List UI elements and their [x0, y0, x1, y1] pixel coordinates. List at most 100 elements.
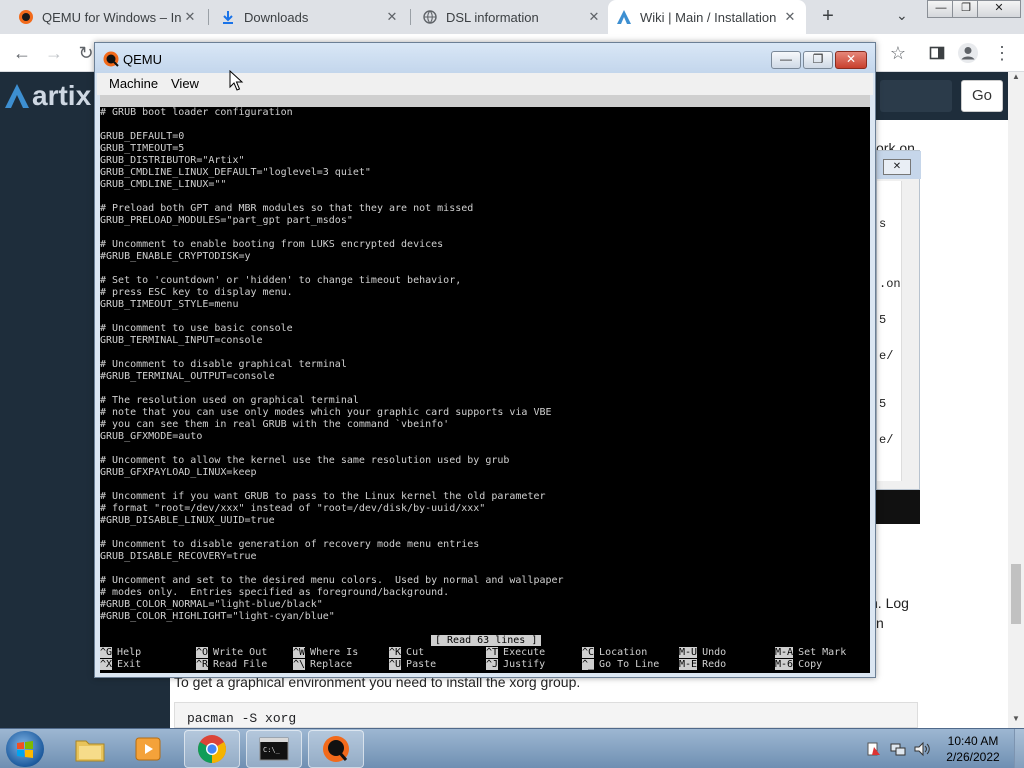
shortcut-label: Set Mark — [798, 647, 847, 658]
nano-line: # you can see them in real GRUB with the… — [100, 419, 450, 430]
nano-line: # note that you can use only modes which… — [100, 407, 552, 418]
shortcut-key: M-U — [679, 647, 698, 658]
background-window-body: s .on 5 e/ 5 e/ — [877, 181, 901, 481]
window-text-fragment: .on — [879, 277, 901, 291]
close-icon[interactable]: ✕ — [782, 9, 798, 25]
side-panel-icon[interactable] — [925, 41, 949, 65]
nano-shortcut[interactable]: ^U Paste — [389, 659, 436, 671]
nano-shortcut[interactable]: ^_ Go To Line — [582, 659, 659, 671]
taskbar-command-prompt[interactable]: C:\_ — [246, 730, 302, 768]
shortcut-label: Location — [599, 647, 648, 658]
shortcut-key: ^X — [100, 659, 113, 670]
browser-tab-strip: QEMU for Windows – Ins ✕ Downloads ✕ DSL… — [0, 0, 1024, 34]
taskbar-media-player[interactable] — [120, 730, 176, 768]
clock-date: 2/26/2022 — [946, 750, 1000, 764]
minimize-button[interactable]: — — [771, 51, 801, 69]
site-logo[interactable]: artix — [4, 80, 91, 112]
shortcut-label: Where Is — [310, 647, 359, 658]
tab-separator — [208, 9, 209, 25]
profile-icon[interactable] — [956, 41, 980, 65]
site-search-input[interactable] — [880, 80, 952, 112]
nano-shortcut[interactable]: ^J Justify — [486, 659, 545, 671]
new-tab-button[interactable]: + — [816, 5, 840, 29]
nano-shortcut[interactable]: ^O Write Out — [196, 647, 267, 659]
nano-shortcut[interactable]: ^G Help — [100, 647, 141, 659]
tab-downloads[interactable]: Downloads ✕ — [212, 0, 408, 34]
nano-shortcut[interactable]: M-U Undo — [679, 647, 726, 659]
go-button[interactable]: Go — [961, 80, 1003, 112]
close-button[interactable]: ✕ — [835, 51, 867, 69]
scroll-up-icon[interactable]: ▲ — [1008, 72, 1024, 86]
start-button[interactable] — [6, 731, 44, 767]
page-text-fragment: n — [876, 615, 884, 631]
tab-dsl-information[interactable]: DSL information ✕ — [414, 0, 610, 34]
close-icon[interactable]: ✕ — [586, 9, 602, 25]
tab-search-button[interactable]: ⌄ — [896, 7, 908, 24]
nano-line: GRUB_DISTRIBUTOR="Artix" — [100, 155, 245, 166]
nano-line: GRUB_GFXMODE=auto — [100, 431, 203, 442]
close-icon[interactable]: ✕ — [182, 9, 198, 25]
nano-shortcut[interactable]: ^K Cut — [389, 647, 424, 659]
nano-line: # press ESC key to display menu. — [100, 287, 293, 298]
nano-shortcut[interactable]: ^\ Replace — [293, 659, 352, 671]
scrollbar-thumb[interactable] — [1011, 564, 1021, 624]
page-scrollbar[interactable]: ▲ ▼ — [1008, 72, 1024, 728]
maximize-button[interactable]: ❐ — [952, 0, 980, 18]
close-icon[interactable]: ✕ — [883, 159, 911, 175]
shortcut-label: Execute — [503, 647, 546, 658]
network-icon[interactable] — [890, 741, 906, 757]
shortcut-label: Help — [117, 647, 142, 658]
nano-line: GRUB_PRELOAD_MODULES="part_gpt part_msdo… — [100, 215, 353, 226]
menu-machine[interactable]: Machine — [109, 76, 158, 91]
nano-shortcut[interactable]: M-6 Copy — [775, 659, 822, 671]
window-text-fragment: e/ — [879, 433, 894, 447]
shortcut-label: Go To Line — [599, 659, 660, 670]
shortcut-key: M-6 — [775, 659, 794, 670]
minimize-button[interactable]: — — [927, 0, 955, 18]
shortcut-key: ^_ — [582, 659, 595, 670]
nano-line: # Preload both GPT and MBR modules so th… — [100, 203, 474, 214]
scroll-down-icon[interactable]: ▼ — [1008, 714, 1024, 728]
tab-title: Wiki | Main / Installation — [640, 9, 777, 25]
action-center-icon[interactable] — [866, 741, 882, 757]
taskbar-explorer[interactable] — [62, 730, 118, 768]
nano-shortcut[interactable]: ^X Exit — [100, 659, 141, 671]
nano-line: # Uncomment to use basic console — [100, 323, 293, 334]
back-icon[interactable]: ← — [10, 41, 34, 65]
nano-line: # GRUB boot loader configuration — [100, 107, 293, 118]
nano-shortcut[interactable]: ^C Location — [582, 647, 647, 659]
nano-line: GRUB_CMDLINE_LINUX_DEFAULT="loglevel=3 q… — [100, 167, 371, 178]
volume-icon[interactable] — [914, 741, 930, 757]
nano-shortcut[interactable]: ^T Execute — [486, 647, 545, 659]
nano-line: # Uncomment and set to the desired menu … — [100, 575, 564, 586]
menu-icon[interactable]: ⋮ — [990, 41, 1014, 65]
maximize-button[interactable]: ❐ — [803, 51, 833, 69]
qemu-titlebar[interactable]: QEMU — ❐ ✕ — [95, 43, 875, 73]
nano-terminal[interactable]: GNU nano 6.2 /etc/default/grub # GRUB bo… — [100, 95, 870, 673]
tab-qemu[interactable]: QEMU for Windows – Ins ✕ — [10, 0, 206, 34]
nano-shortcut[interactable]: M-A Set Mark — [775, 647, 846, 659]
forward-icon[interactable]: → — [42, 41, 66, 65]
nano-shortcut[interactable]: ^W Where Is — [293, 647, 358, 659]
tab-wiki-installation[interactable]: Wiki | Main / Installation ✕ — [608, 0, 806, 34]
nano-shortcut[interactable]: ^R Read File — [196, 659, 267, 671]
background-window-scrollbar[interactable] — [901, 181, 917, 481]
show-desktop-button[interactable] — [1014, 729, 1024, 768]
shortcut-key: ^O — [196, 647, 209, 658]
taskbar-clock[interactable]: 10:40 AM 2/26/2022 — [938, 733, 1008, 765]
close-button[interactable]: ✕ — [977, 0, 1021, 18]
nano-shortcut[interactable]: M-E Redo — [679, 659, 726, 671]
taskbar-qemu[interactable] — [308, 730, 364, 768]
menu-view[interactable]: View — [171, 76, 199, 91]
nano-line: #GRUB_COLOR_HIGHLIGHT="light-cyan/blue" — [100, 611, 335, 622]
nano-line: # modes only. Entries specified as foreg… — [100, 587, 450, 598]
nano-line: GRUB_DISABLE_RECOVERY=true — [100, 551, 257, 562]
nano-line: GRUB_TERMINAL_INPUT=console — [100, 335, 263, 346]
taskbar-chrome[interactable] — [184, 730, 240, 768]
close-icon[interactable]: ✕ — [384, 9, 400, 25]
star-icon[interactable]: ☆ — [886, 41, 910, 65]
nano-line: # Set to 'countdown' or 'hidden' to chan… — [100, 275, 462, 286]
nano-line: GRUB_TIMEOUT=5 — [100, 143, 185, 154]
artix-icon — [616, 9, 632, 25]
nano-line: GRUB_TIMEOUT_STYLE=menu — [100, 299, 239, 310]
